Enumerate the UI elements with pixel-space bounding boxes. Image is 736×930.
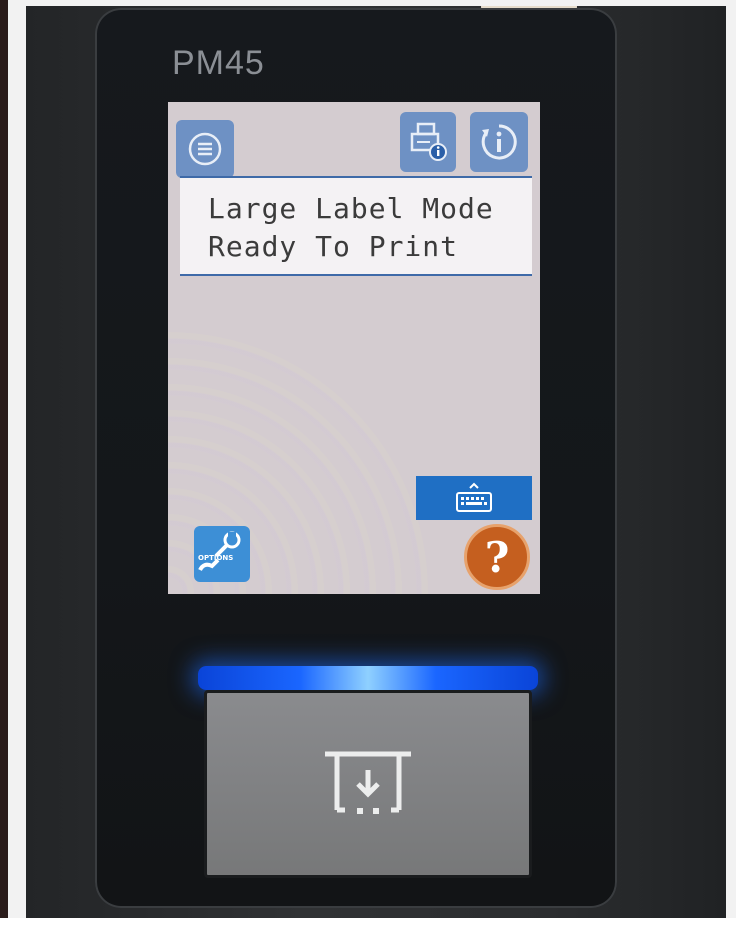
keyboard-button[interactable] — [416, 476, 532, 520]
status-line-2: Ready To Print — [208, 230, 459, 263]
feed-button[interactable] — [204, 690, 532, 878]
help-button[interactable]: ? — [464, 524, 530, 590]
feed-icon — [325, 751, 411, 814]
model-label: PM45 — [172, 44, 265, 82]
printer-info-button[interactable] — [400, 112, 456, 172]
keyboard-icon — [456, 482, 492, 512]
menu-button[interactable] — [176, 120, 234, 178]
background-left-edge — [0, 0, 8, 918]
info-icon — [481, 124, 517, 160]
info-button[interactable] — [470, 112, 528, 172]
background-bottom-edge — [0, 918, 736, 930]
menu-icon — [188, 132, 222, 166]
touch-screen[interactable]: Large Label Mode Ready To Print OPTIONS … — [168, 102, 540, 594]
status-led-bar — [198, 666, 538, 690]
status-message-box: Large Label Mode Ready To Print — [180, 176, 532, 276]
options-label: OPTIONS — [198, 554, 234, 562]
options-button[interactable]: OPTIONS — [194, 526, 250, 582]
printer-info-icon — [410, 122, 447, 161]
help-icon: ? — [484, 532, 510, 582]
status-line-1: Large Label Mode — [208, 192, 494, 225]
